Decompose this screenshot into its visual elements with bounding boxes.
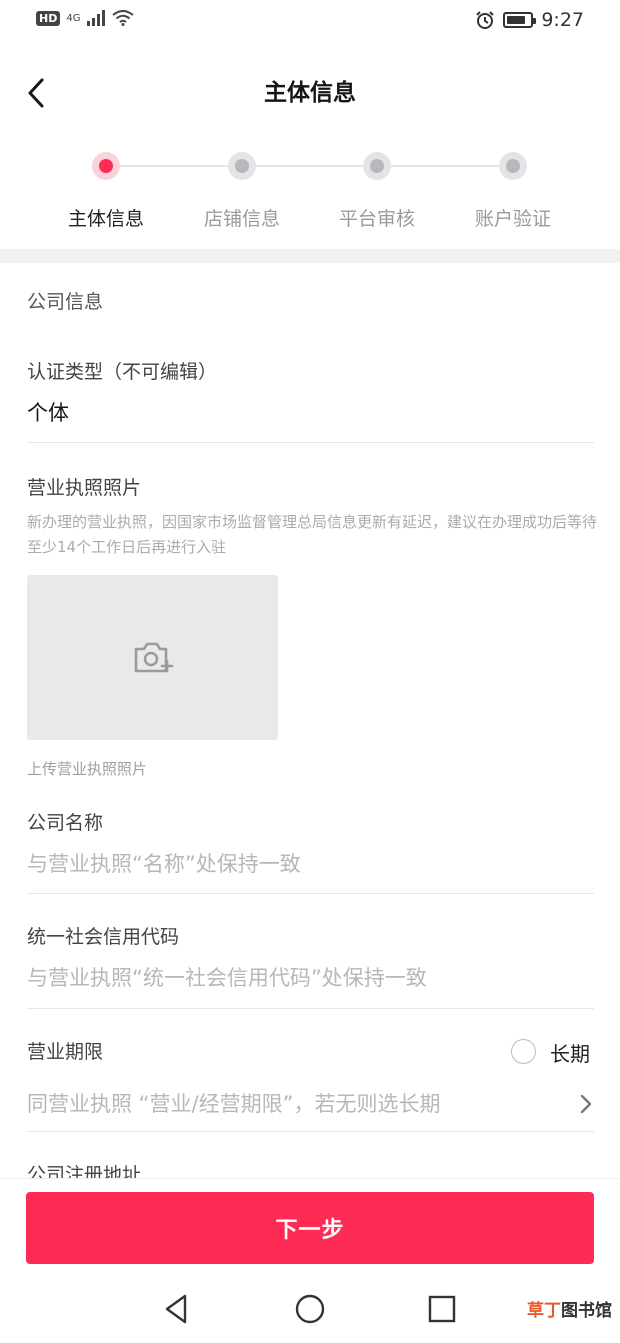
upload-caption: 上传营业执照照片: [27, 760, 148, 778]
page-title: 主体信息: [264, 80, 356, 106]
nav-recents-button[interactable]: [424, 1291, 460, 1327]
business-term-selector[interactable]: 同营业执照 “营业/经营期限”，若无则选长期: [27, 1088, 441, 1118]
step-label-1[interactable]: 主体信息: [38, 204, 174, 231]
signal-icon: [87, 10, 106, 26]
section-separator: [0, 249, 620, 263]
triangle-back-icon: [165, 1294, 187, 1324]
license-upload-box[interactable]: [27, 575, 278, 740]
status-right: 9:27: [475, 9, 584, 31]
business-term-label: 营业期限: [27, 1041, 104, 1063]
credit-code-input[interactable]: 与营业执照“统一社会信用代码”处保持一致: [27, 962, 427, 992]
watermark: 草丁图书馆: [527, 1296, 612, 1321]
cert-type-value: 个体: [27, 401, 69, 425]
watermark-brand-a: 草丁: [527, 1301, 561, 1321]
camera-add-icon: [134, 642, 173, 672]
nav-back-button[interactable]: [159, 1291, 195, 1327]
divider: [27, 1131, 594, 1132]
wifi-icon: [112, 10, 135, 26]
chevron-left-icon: [28, 78, 44, 108]
cert-type-label: 认证类型（不可编辑）: [27, 361, 218, 383]
alarm-icon: [476, 11, 495, 29]
long-term-radio[interactable]: [511, 1039, 536, 1064]
license-photo-label: 营业执照照片: [27, 477, 142, 499]
step-dot-inner: [370, 159, 384, 173]
step-dot-inner: [99, 159, 113, 173]
watermark-brand-b: 图书馆: [561, 1301, 612, 1321]
step-label-4[interactable]: 账户验证: [445, 204, 581, 231]
status-bar: HD 4G 9:27: [0, 0, 620, 46]
circle-home-icon: [295, 1294, 325, 1324]
network-type: 4G: [66, 12, 81, 24]
divider: [27, 442, 594, 443]
status-left: HD 4G: [36, 10, 135, 26]
hd-badge: HD: [36, 10, 61, 26]
step-dot-2[interactable]: [228, 152, 256, 180]
step-label-3[interactable]: 平台审核: [309, 204, 445, 231]
status-time: 9:27: [541, 9, 584, 31]
license-photo-hint: 新办理的营业执照，因国家市场监督管理总局信息更新有延迟，建议在办理成功后等待至少…: [27, 513, 598, 556]
square-recents-icon: [428, 1295, 456, 1323]
divider: [27, 893, 594, 894]
long-term-label[interactable]: 长期: [550, 1038, 590, 1067]
battery-fill: [507, 16, 525, 24]
step-dot-inner: [235, 159, 249, 173]
step-dot-3[interactable]: [363, 152, 391, 180]
company-name-input[interactable]: 与营业执照“名称”处保持一致: [27, 848, 301, 878]
stepper-track: [106, 165, 514, 167]
divider: [27, 1008, 594, 1009]
nav-home-button[interactable]: [292, 1291, 328, 1327]
step-label-2[interactable]: 店铺信息: [174, 204, 310, 231]
step-dot-inner: [506, 159, 520, 173]
step-dot-1[interactable]: [92, 152, 120, 180]
section-title: 公司信息: [27, 291, 104, 313]
back-button[interactable]: [24, 76, 54, 110]
step-dot-4[interactable]: [499, 152, 527, 180]
battery-icon: [503, 12, 537, 28]
chevron-right-icon[interactable]: [578, 1093, 594, 1115]
credit-code-label: 统一社会信用代码: [27, 926, 180, 948]
next-step-button[interactable]: 下一步: [26, 1192, 594, 1264]
company-name-label: 公司名称: [27, 812, 104, 834]
